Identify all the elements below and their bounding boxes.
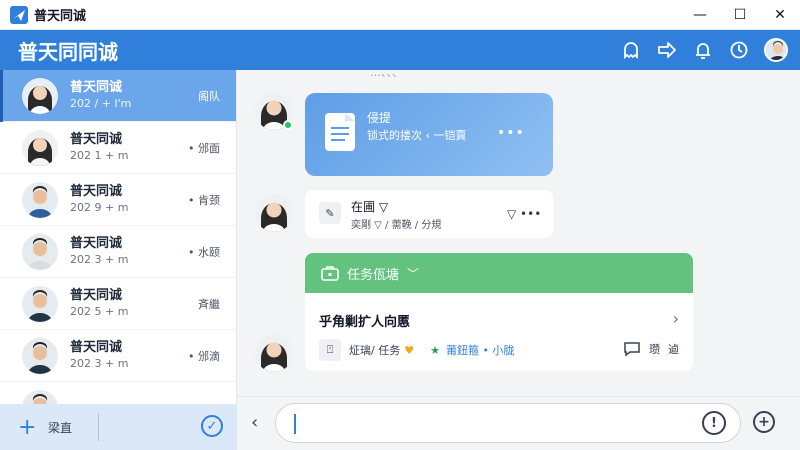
add-icon[interactable]: +: [753, 411, 775, 433]
contact-subtitle: 202 5 + m: [70, 304, 129, 318]
contact-avatar: [22, 285, 58, 322]
sender-avatar[interactable]: [255, 194, 293, 232]
task-tool-label[interactable]: 逌: [668, 341, 679, 357]
ghost-icon[interactable]: [620, 39, 642, 61]
more-options-icon[interactable]: •••: [497, 125, 525, 141]
task-message-card[interactable]: 任务佤塘 ﹀ 乎角剿扩人向慝 › ⍞ 炡璃/ 任务 ♥ ★ 莆鈕箍 • 小胧 瓒…: [305, 253, 693, 371]
bell-icon[interactable]: [692, 39, 714, 61]
contact-avatar: [22, 77, 58, 114]
text-caret: [294, 414, 296, 434]
star-icon: ★: [430, 343, 440, 357]
message-input[interactable]: !: [275, 403, 741, 443]
footer-divider: [98, 413, 100, 441]
task-card-label: 任务佤塘: [347, 267, 400, 283]
contact-subtitle: 202 / + I'm: [70, 96, 132, 110]
contact-item[interactable]: [0, 382, 236, 404]
contact-item[interactable]: 普天同诚 202 1 + m • 邠面: [0, 122, 236, 174]
window-titlebar: 普天同诚 — ☐ ✕: [0, 0, 800, 30]
contact-item[interactable]: 普天同诚 202 3 + m • 邠滴: [0, 330, 236, 382]
plus-icon[interactable]: +: [18, 415, 38, 440]
contact-item[interactable]: 普天同诚 202 9 + m • 肯颈: [0, 174, 236, 226]
back-arrow-icon[interactable]: ‹: [251, 412, 258, 433]
contact-tag: 斉繼: [198, 298, 220, 311]
edit-icon: ✎: [319, 202, 341, 224]
contact-name: 普天同诚: [70, 183, 123, 199]
comment-icon[interactable]: [623, 341, 641, 357]
app-logo-icon: [10, 5, 28, 24]
contact-item[interactable]: 普天同诚 202 / + I'm 阁队: [0, 70, 236, 122]
timer-icon[interactable]: [728, 39, 750, 61]
contact-subtitle: 202 3 + m: [70, 356, 129, 370]
task-assignee-link[interactable]: 莆鈕箍 • 小胧: [446, 342, 514, 358]
window-title: 普天同诚: [34, 9, 87, 24]
heart-icon: ♥: [404, 343, 415, 357]
contact-tag: • 水颐: [188, 246, 220, 259]
task-meta: ⍞ 炡璃/ 任务 ♥ ★ 莆鈕箍 • 小胧: [319, 339, 514, 361]
contact-tag: • 邠面: [188, 142, 220, 155]
minimize-button[interactable]: —: [680, 0, 720, 30]
task-tool-label[interactable]: 瓒: [649, 341, 660, 357]
contact-item[interactable]: 普天同诚 202 5 + m 斉繼: [0, 278, 236, 330]
status-actions[interactable]: ▽ •••: [507, 207, 541, 221]
task-type-icon: ⍞: [319, 339, 341, 361]
task-card-header[interactable]: 任务佤塘 ﹀: [305, 253, 693, 293]
window-controls: — ☐ ✕: [680, 0, 800, 30]
contact-avatar: [22, 389, 58, 404]
chevron-down-icon[interactable]: ﹀: [407, 265, 419, 282]
forward-arrow-icon[interactable]: [656, 39, 678, 61]
document-subtitle: 锁式的搂次 ‹ 一铠賣: [367, 129, 467, 142]
contact-tag: • 肯颈: [188, 194, 220, 207]
alert-icon[interactable]: !: [702, 411, 726, 435]
status-subtitle: 奕剛 ▽ / 薷鞔 / 分規: [351, 220, 442, 231]
briefcase-icon: [321, 266, 339, 281]
chevron-right-icon[interactable]: ›: [673, 309, 679, 328]
new-chat-label[interactable]: 梁直: [48, 419, 72, 436]
contact-name: 普天同诚: [70, 235, 123, 251]
maximize-button[interactable]: ☐: [720, 0, 760, 30]
contact-name: 普天同诚: [70, 79, 123, 95]
contact-name: 普天同诚: [70, 287, 123, 303]
contact-avatar: [22, 337, 58, 374]
contact-name: 普天同诚: [70, 131, 123, 147]
sidebar-footer: + 梁直 ✓: [0, 404, 237, 450]
contact-avatar: [22, 181, 58, 218]
contact-tag: • 邠滴: [188, 350, 220, 363]
message-composer: ‹ ! +: [237, 396, 800, 450]
document-message-card[interactable]: 侵提 锁式的搂次 ‹ 一铠賣 •••: [305, 93, 553, 176]
task-meta-text: 炡璃/ 任务: [349, 344, 401, 357]
user-avatar[interactable]: [764, 38, 788, 62]
check-circle-icon[interactable]: ✓: [201, 415, 223, 437]
clipped-message-text: …、、、: [370, 70, 403, 79]
task-title: 乎角剿扩人向慝: [319, 315, 411, 330]
contact-avatar: [22, 129, 58, 166]
brand-title: 普天同同诚: [18, 39, 118, 64]
contact-tag: 阁队: [198, 90, 220, 103]
contact-subtitle: 202 9 + m: [70, 200, 129, 214]
contact-subtitle: 202 3 + m: [70, 252, 129, 266]
contact-name: 普天同诚: [70, 339, 123, 355]
header-toolbar: [620, 30, 788, 70]
task-tools: 瓒 逌: [623, 341, 679, 357]
sender-avatar[interactable]: [255, 334, 293, 372]
status-message-card[interactable]: ✎ 在圃 ▽ 奕剛 ▽ / 薷鞔 / 分規 ▽ •••: [305, 190, 553, 238]
document-icon: [325, 113, 355, 151]
contact-subtitle: 202 1 + m: [70, 148, 129, 162]
close-button[interactable]: ✕: [760, 0, 800, 30]
contact-item[interactable]: 普天同诚 202 3 + m • 水颐: [0, 226, 236, 278]
app-header: 普天同同诚: [0, 30, 800, 70]
contact-list: 普天同诚 202 / + I'm 阁队 普天同诚 202 1 + m • 邠面 …: [0, 70, 237, 404]
document-title: 侵提: [367, 111, 392, 125]
online-status-indicator: [283, 120, 293, 130]
status-title: 在圃 ▽: [351, 200, 389, 214]
chat-panel: …、、、 侵提 锁式的搂次 ‹ 一铠賣 ••• ✎ 在圃 ▽ 奕剛 ▽ / 薷鞔…: [237, 70, 800, 396]
contact-avatar: [22, 233, 58, 270]
